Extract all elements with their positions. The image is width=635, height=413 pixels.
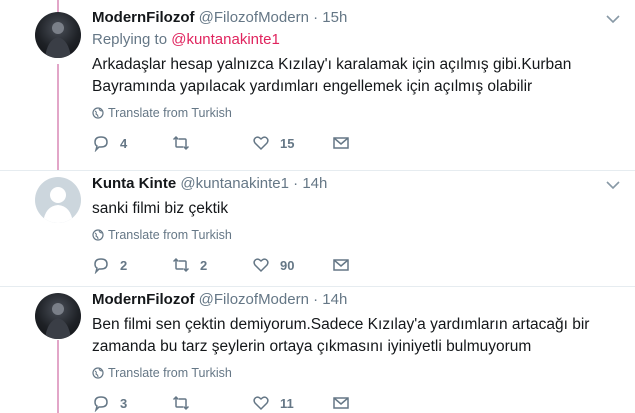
tweet-text-line: zamanda bu tarz şeylerin ortaya çıkmasın… <box>92 338 532 355</box>
tweet-text-line: Ben filmi sen çektin demiyorum.Sadece Kı… <box>92 316 590 333</box>
tweet[interactable]: Kunta Kinte @kuntanakinte1 · 14h sanki f… <box>0 171 635 286</box>
tweet-text-line: Bayramında yapılacak yardımları engellem… <box>92 78 533 95</box>
like-count: 11 <box>280 395 294 411</box>
avatar[interactable] <box>35 12 81 58</box>
tweet[interactable]: ModernFilozof @FilozofModern · 15h Reply… <box>0 0 635 170</box>
translate-link[interactable]: Translate from Turkish <box>92 228 615 242</box>
tweet-header: ModernFilozof @FilozofModern · 15h <box>92 8 615 28</box>
reply-icon <box>94 136 108 152</box>
display-name[interactable]: Kunta Kinte <box>92 175 176 192</box>
user-figure-icon <box>45 22 71 58</box>
retweet-button[interactable]: 2 <box>172 256 252 274</box>
reply-button[interactable]: 2 <box>92 256 172 274</box>
like-count: 15 <box>280 135 295 151</box>
separator: · <box>313 291 319 308</box>
like-count: 90 <box>280 257 295 273</box>
translate-link[interactable]: Translate from Turkish <box>92 366 615 380</box>
tweet-text: Arkadaşlar hesap yalnızca Kızılay'ı kara… <box>92 54 615 98</box>
chevron-down-icon[interactable] <box>605 178 621 192</box>
envelope-icon <box>333 259 349 271</box>
globe-icon <box>92 229 104 241</box>
separator: · <box>293 175 299 192</box>
user-handle[interactable]: @FilozofModern <box>199 291 309 308</box>
retweet-icon <box>172 135 190 151</box>
reply-count: 2 <box>120 257 128 273</box>
mention-link[interactable]: @kuntanakinte1 <box>171 31 280 48</box>
heart-icon <box>253 258 269 273</box>
user-handle[interactable]: @kuntanakinte1 <box>180 175 289 192</box>
retweet-icon <box>172 395 190 411</box>
envelope-icon <box>333 397 349 409</box>
display-name[interactable]: ModernFilozof <box>92 9 194 26</box>
default-user-icon <box>43 187 73 223</box>
globe-icon <box>92 367 104 379</box>
envelope-icon <box>333 137 349 149</box>
chevron-down-icon[interactable] <box>605 12 621 26</box>
like-button[interactable]: 90 <box>252 256 332 274</box>
action-bar: 2 2 90 <box>92 256 615 274</box>
action-bar: 3 11 <box>92 394 615 412</box>
display-name[interactable]: ModernFilozof <box>92 291 194 308</box>
message-button[interactable] <box>332 256 360 274</box>
heart-icon <box>253 136 269 151</box>
avatar[interactable] <box>35 293 81 339</box>
tweet-text-line: Arkadaşlar hesap yalnızca Kızılay'ı kara… <box>92 56 572 73</box>
reply-icon <box>94 258 108 274</box>
tweet[interactable]: ModernFilozof @FilozofModern · 14h Ben f… <box>0 287 635 413</box>
user-figure-icon <box>45 303 71 339</box>
message-button[interactable] <box>332 394 360 412</box>
reply-count: 3 <box>120 395 128 411</box>
reply-button[interactable]: 3 <box>92 394 172 412</box>
replying-to: Replying to @kuntanakinte1 <box>92 30 615 50</box>
translate-label: Translate from Turkish <box>108 366 232 380</box>
retweet-button[interactable] <box>172 394 252 412</box>
avatar[interactable] <box>35 177 81 223</box>
translate-label: Translate from Turkish <box>108 228 232 242</box>
reply-count: 4 <box>120 135 128 151</box>
translate-link[interactable]: Translate from Turkish <box>92 106 615 120</box>
tweet-header: Kunta Kinte @kuntanakinte1 · 14h <box>92 174 615 194</box>
retweet-count: 2 <box>200 257 208 273</box>
separator: · <box>313 9 319 26</box>
retweet-button[interactable] <box>172 134 252 152</box>
translate-label: Translate from Turkish <box>108 106 232 120</box>
message-button[interactable] <box>332 134 360 152</box>
heart-icon <box>253 396 269 411</box>
tweet-text: sanki filmi biz çektik <box>92 198 615 220</box>
like-button[interactable]: 15 <box>252 134 332 152</box>
timestamp[interactable]: 15h <box>322 9 347 26</box>
like-button[interactable]: 11 <box>252 394 332 412</box>
globe-icon <box>92 107 104 119</box>
reply-button[interactable]: 4 <box>92 134 172 152</box>
retweet-icon <box>172 257 190 273</box>
timestamp[interactable]: 14h <box>322 291 347 308</box>
tweet-header: ModernFilozof @FilozofModern · 14h <box>92 290 615 310</box>
replying-label: Replying to <box>92 31 168 48</box>
tweet-text-line: sanki filmi biz çektik <box>92 200 229 217</box>
timestamp[interactable]: 14h <box>302 175 327 192</box>
user-handle[interactable]: @FilozofModern <box>199 9 309 26</box>
action-bar: 4 15 <box>92 134 615 152</box>
tweet-text: Ben filmi sen çektin demiyorum.Sadece Kı… <box>92 314 615 358</box>
reply-icon <box>94 396 108 412</box>
